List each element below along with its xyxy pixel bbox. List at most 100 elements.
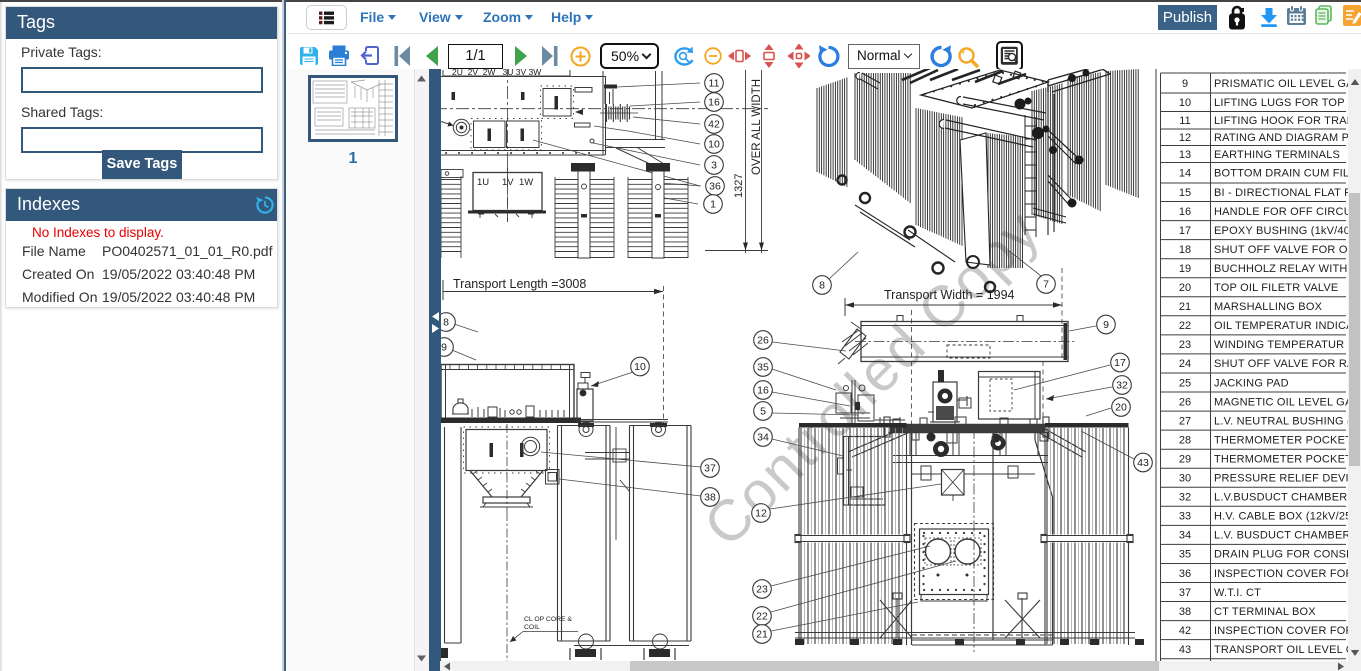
svg-text:BOTTOM DRAIN CUM FILTER: BOTTOM DRAIN CUM FILTER <box>1214 168 1348 180</box>
svg-text:36: 36 <box>709 181 721 193</box>
svg-text:5: 5 <box>760 406 766 418</box>
svg-text:10: 10 <box>1179 97 1191 109</box>
svg-text:THERMOMETER POCKET F: THERMOMETER POCKET F <box>1214 434 1348 446</box>
svg-text:27: 27 <box>1179 415 1191 427</box>
svg-text:26: 26 <box>757 335 769 347</box>
svg-text:7: 7 <box>1043 279 1049 291</box>
svg-text:SHUT OFF VALVE FOR RADI: SHUT OFF VALVE FOR RADI <box>1214 358 1348 370</box>
svg-text:20: 20 <box>1179 282 1191 294</box>
svg-text:16: 16 <box>757 385 769 397</box>
svg-text:33: 33 <box>1179 511 1191 523</box>
svg-text:L.V. BUSDUCT CHAMBER: L.V. BUSDUCT CHAMBER <box>1214 530 1348 542</box>
svg-text:37: 37 <box>1179 587 1191 599</box>
svg-text:MAGNETIC OIL LEVEL GAUG: MAGNETIC OIL LEVEL GAUG <box>1214 396 1348 408</box>
svg-text:16: 16 <box>708 97 720 109</box>
svg-text:11: 11 <box>1179 115 1190 127</box>
svg-text:8: 8 <box>819 280 825 292</box>
svg-text:11: 11 <box>709 78 720 90</box>
svg-text:1: 1 <box>710 199 716 211</box>
svg-text:3: 3 <box>711 160 717 172</box>
svg-text:23: 23 <box>1179 339 1191 351</box>
svg-text:13: 13 <box>1179 149 1191 161</box>
svg-text:HANDLE FOR OFF CIRCUIT T: HANDLE FOR OFF CIRCUIT T <box>1214 206 1348 218</box>
svg-text:43: 43 <box>1179 644 1191 656</box>
svg-text:32: 32 <box>1179 492 1191 504</box>
svg-text:LIFTING HOOK FOR TRANSF: LIFTING HOOK FOR TRANSF <box>1214 115 1348 127</box>
svg-text:20: 20 <box>1115 402 1127 414</box>
svg-text:14: 14 <box>1179 168 1191 180</box>
svg-text:9: 9 <box>1103 319 1109 331</box>
svg-text:OIL TEMPERATUR INDICATO: OIL TEMPERATUR INDICATO <box>1214 320 1348 332</box>
svg-text:42: 42 <box>1179 625 1191 637</box>
svg-text:12: 12 <box>755 508 767 520</box>
svg-text:8: 8 <box>443 317 449 329</box>
svg-text:SHUT OFF VALVE FOR OIL: SHUT OFF VALVE FOR OIL <box>1214 244 1348 256</box>
svg-text:36: 36 <box>1179 568 1191 580</box>
svg-text:2U 2V 2W 3U 3V 3W: 2U 2V 2W 3U 3V 3W <box>452 69 541 77</box>
svg-text:18: 18 <box>1179 244 1191 256</box>
svg-text:OVER ALL WIDTH: OVER ALL WIDTH <box>751 79 763 175</box>
svg-text:PRESSURE RELIEF DEVICE: PRESSURE RELIEF DEVICE <box>1214 473 1348 485</box>
svg-text:35: 35 <box>757 362 769 374</box>
svg-text:CL OP CORE &: CL OP CORE & <box>524 616 572 623</box>
svg-text:1327: 1327 <box>733 174 745 198</box>
svg-text:34: 34 <box>1179 530 1191 542</box>
svg-text:9: 9 <box>441 342 447 354</box>
svg-text:15: 15 <box>1179 187 1191 199</box>
svg-text:EARTHING TERMINALS: EARTHING TERMINALS <box>1214 149 1340 161</box>
svg-text:BUCHHOLZ RELAY WITH AI: BUCHHOLZ RELAY WITH AI <box>1214 263 1348 275</box>
svg-text:L.V. NEUTRAL BUSHING (1k: L.V. NEUTRAL BUSHING (1k <box>1214 415 1348 427</box>
svg-text:23: 23 <box>756 584 768 596</box>
svg-text:TRANSPORT OIL LEVEL GA: TRANSPORT OIL LEVEL GA <box>1214 644 1348 656</box>
svg-text:25: 25 <box>1179 377 1191 389</box>
svg-text:29: 29 <box>1179 454 1191 466</box>
svg-text:9: 9 <box>1182 78 1188 90</box>
svg-text:H.V. CABLE BOX (12kV/250: H.V. CABLE BOX (12kV/250 <box>1214 511 1348 523</box>
svg-text:17: 17 <box>1179 225 1191 237</box>
svg-text:26: 26 <box>1179 396 1191 408</box>
svg-text:INSPECTION COVER FOR T: INSPECTION COVER FOR T <box>1214 625 1348 637</box>
svg-text:WINDING TEMPERATUR IND: WINDING TEMPERATUR IND <box>1214 339 1348 351</box>
svg-text:22: 22 <box>1179 320 1191 332</box>
svg-text:30: 30 <box>1179 473 1191 485</box>
svg-text:21: 21 <box>1179 301 1191 313</box>
svg-text:38: 38 <box>704 492 716 504</box>
svg-text:21: 21 <box>756 629 768 641</box>
svg-text:12: 12 <box>1179 132 1191 144</box>
svg-text:43: 43 <box>1137 457 1149 469</box>
svg-text:LIFTING LUGS FOR TOP CO: LIFTING LUGS FOR TOP CO <box>1214 97 1348 109</box>
svg-text:MARSHALLING BOX: MARSHALLING BOX <box>1214 301 1323 313</box>
svg-text:19: 19 <box>1179 263 1191 275</box>
svg-text:BI - DIRECTIONAL FLAT RO: BI - DIRECTIONAL FLAT RO <box>1214 187 1348 199</box>
svg-text:COIL: COIL <box>524 624 540 631</box>
svg-text:PRISMATIC OIL LEVEL GAUGE: PRISMATIC OIL LEVEL GAUGE <box>1214 78 1348 90</box>
svg-text:DRAIN PLUG FOR CONSERV: DRAIN PLUG FOR CONSERV <box>1214 549 1348 561</box>
svg-text:INSPECTION COVER FOR T: INSPECTION COVER FOR T <box>1214 568 1348 580</box>
svg-text:10: 10 <box>708 139 720 151</box>
svg-text:1W: 1W <box>519 177 533 188</box>
svg-text:JACKING PAD: JACKING PAD <box>1214 377 1289 389</box>
svg-text:1V: 1V <box>502 177 514 188</box>
svg-text:35: 35 <box>1179 549 1191 561</box>
svg-text:37: 37 <box>704 463 716 475</box>
svg-text:Transport Length =3008: Transport Length =3008 <box>453 277 586 291</box>
svg-text:42: 42 <box>708 119 720 131</box>
svg-text:32: 32 <box>1116 380 1128 392</box>
svg-text:RATING AND DIAGRAM PLA: RATING AND DIAGRAM PLA <box>1214 132 1348 144</box>
svg-text:16: 16 <box>1179 206 1191 218</box>
svg-text:TOP OIL FILETR VALVE: TOP OIL FILETR VALVE <box>1214 282 1338 294</box>
svg-text:10: 10 <box>634 361 646 373</box>
svg-text:1U: 1U <box>477 177 489 188</box>
svg-text:24: 24 <box>1179 358 1191 370</box>
svg-text:22: 22 <box>756 611 768 623</box>
svg-text:38: 38 <box>1179 606 1191 618</box>
svg-text:W.T.I. CT: W.T.I. CT <box>1214 587 1261 599</box>
svg-text:28: 28 <box>1179 434 1191 446</box>
svg-text:Transport Width = 1994: Transport Width = 1994 <box>884 288 1015 302</box>
svg-text:17: 17 <box>1114 357 1126 369</box>
svg-text:CT TERMINAL BOX: CT TERMINAL BOX <box>1214 606 1316 618</box>
svg-text:L.V.BUSDUCT CHAMBER (1: L.V.BUSDUCT CHAMBER (1 <box>1214 492 1348 504</box>
svg-text:THERMOMETER POCKET F: THERMOMETER POCKET F <box>1214 454 1348 466</box>
svg-text:EPOXY BUSHING (1kV/4000: EPOXY BUSHING (1kV/4000 <box>1214 225 1348 237</box>
svg-text:34: 34 <box>757 432 769 444</box>
